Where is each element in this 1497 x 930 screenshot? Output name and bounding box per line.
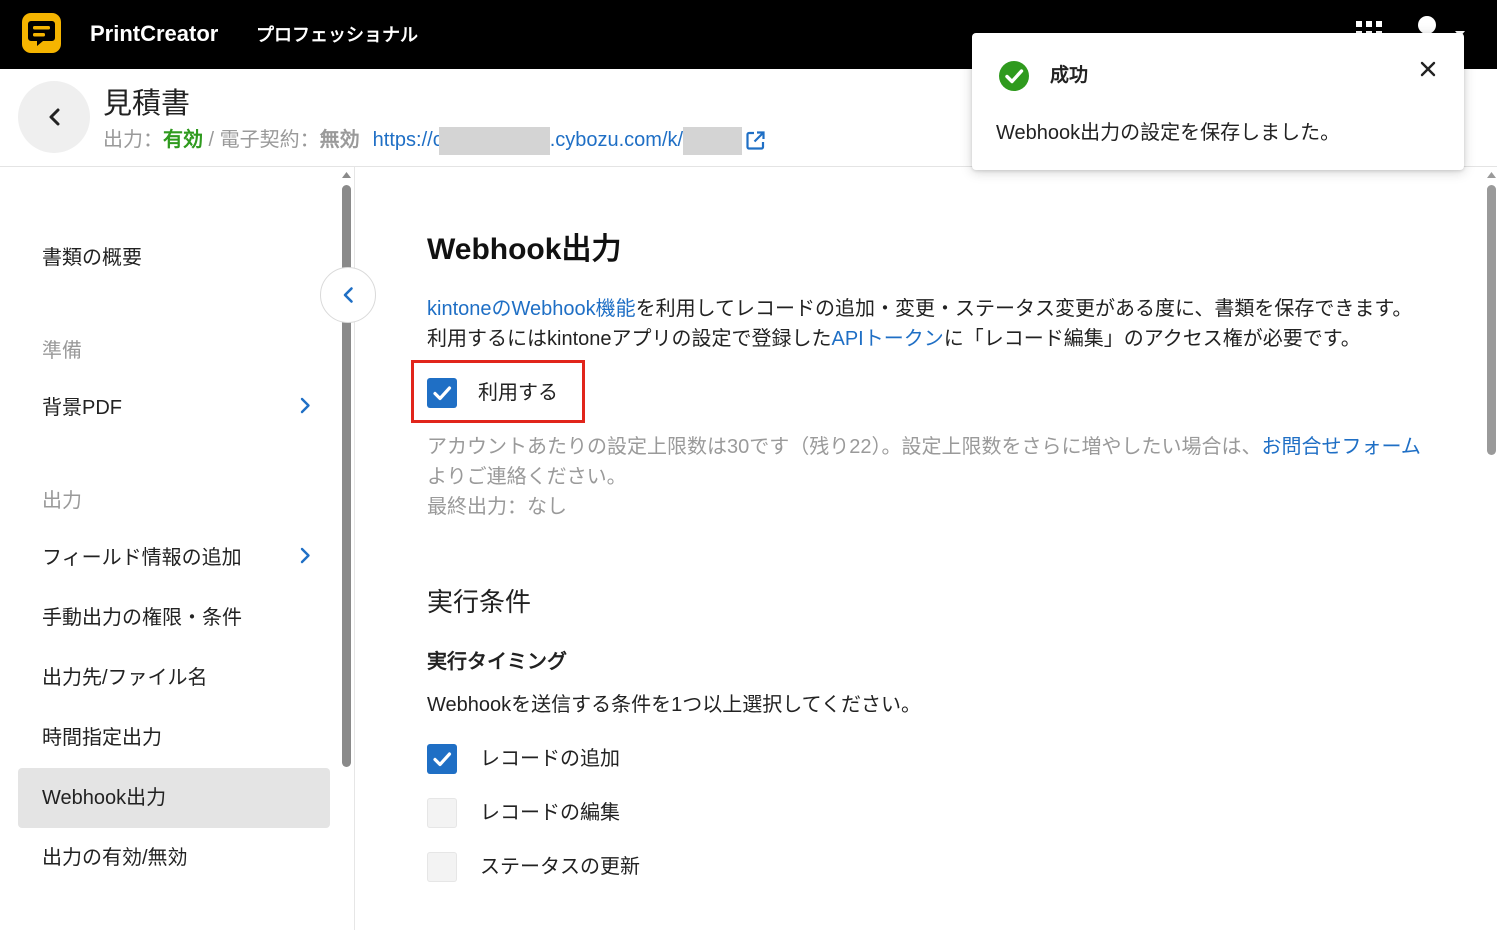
sidebar-section-output: 出力 <box>42 490 82 512</box>
limit-note: アカウントあたりの設定上限数は30です（残り22）。設定上限数をさらに増やしたい… <box>427 432 1437 522</box>
chevron-right-icon[interactable] <box>299 397 311 414</box>
description-line: kintoneのWebhook機能を利用してレコードの追加・変更・ステータス変更… <box>427 294 1437 324</box>
sidebar-item-label: 時間指定出力 <box>42 727 162 749</box>
enable-webhook-row: 利用する <box>411 360 1437 423</box>
sidebar-item-scheduled-output[interactable]: 時間指定出力 <box>18 708 330 768</box>
sidebar-item-label: 書類の概要 <box>42 247 142 269</box>
timing-help-text: Webhookを送信する条件を1つ以上選択してください。 <box>427 694 922 716</box>
main-scrollbar-thumb[interactable] <box>1487 185 1496 455</box>
record-edit-checkbox[interactable] <box>427 798 457 828</box>
limit-note-text: アカウントあたりの設定上限数は30です（残り22）。設定上限数をさらに増やしたい… <box>427 432 1437 492</box>
webhook-settings-panel: Webhook出力 kintoneのWebhook機能を利用してレコードの追加・… <box>411 167 1437 894</box>
toast-title: 成功 <box>1050 65 1089 86</box>
success-toast: 成功 Webhook出力の設定を保存しました。 <box>972 33 1464 170</box>
redacted-block <box>438 126 550 155</box>
scroll-up-arrow-icon[interactable] <box>342 172 351 178</box>
sidebar-item-label: 手動出力の権限・条件 <box>42 607 242 629</box>
timing-option-record-edit: レコードの編集 <box>427 786 1437 840</box>
last-output-status: 最終出力：なし <box>427 496 567 518</box>
sidebar-item-destination-filename[interactable]: 出力先/ファイル名 <box>18 648 330 708</box>
sidebar-item-label: フィールド情報の追加 <box>42 547 242 569</box>
contact-form-link[interactable]: お問合せフォーム <box>1262 436 1421 458</box>
kintone-webhook-link[interactable]: kintoneのWebhook機能 <box>427 298 636 320</box>
chevron-left-icon <box>49 108 60 126</box>
sidebar-item-label: 出力の有効/無効 <box>42 847 188 869</box>
description-line: 利用するにはkintoneアプリの設定で登録したAPIトークンに「レコード編集」… <box>427 324 1437 354</box>
contract-label: 電子契約： <box>219 129 320 151</box>
output-status: 有効 <box>163 129 203 151</box>
external-link-icon[interactable] <box>745 130 766 151</box>
close-icon[interactable] <box>1419 60 1437 78</box>
page-title: 見積書 <box>103 88 191 120</box>
plan-badge: プロフェッショナル <box>256 25 418 45</box>
record-edit-label[interactable]: レコードの編集 <box>480 798 620 828</box>
sidebar-item-output-toggle[interactable]: 出力の有効/無効 <box>18 828 330 888</box>
status-update-label[interactable]: ステータスの更新 <box>480 852 640 882</box>
printcreator-logo-icon[interactable] <box>22 13 61 53</box>
check-icon <box>433 752 452 767</box>
redacted-block <box>683 126 743 155</box>
scroll-up-arrow-icon[interactable] <box>1487 172 1496 178</box>
timing-option-status-update: ステータスの更新 <box>427 840 1437 894</box>
chevron-left-icon <box>343 287 353 303</box>
document-meta: 出力：有効 / 電子契約：無効 https://c .cybozu.com/k/ <box>103 126 766 155</box>
description-text: に「レコード編集」のアクセス権が必要です。 <box>943 328 1361 350</box>
sidebar-item-webhook-output[interactable]: Webhook出力 <box>18 768 330 828</box>
timing-title: 実行タイミング <box>427 651 567 673</box>
limit-note-part: よりご連絡ください。 <box>427 466 627 488</box>
limit-note-part: アカウントあたりの設定上限数は30です（残り22）。設定上限数をさらに増やしたい… <box>427 436 1262 458</box>
contract-status: 無効 <box>319 129 360 151</box>
description-text: 利用するにはkintoneアプリの設定で登録した <box>427 328 832 350</box>
section-title: Webhook出力 <box>427 233 622 266</box>
api-token-link[interactable]: APIトークン <box>832 328 944 350</box>
enable-webhook-checkbox[interactable] <box>427 378 457 408</box>
settings-sidebar: 書類の概要 準備 背景PDF 出力 フィールド情報の追加 手動出力の権限・条件 … <box>0 167 355 930</box>
sidebar-section-preparation: 準備 <box>42 340 82 362</box>
sidebar-item-background-pdf[interactable]: 背景PDF <box>18 378 330 438</box>
sidebar-item-manual-output[interactable]: 手動出力の権限・条件 <box>18 588 330 648</box>
app-name: PrintCreator <box>90 21 219 46</box>
sidebar-item-field-info[interactable]: フィールド情報の追加 <box>18 528 330 588</box>
url-middle: .cybozu.com/k/ <box>549 129 684 151</box>
description-text: を利用してレコードの追加・変更・ステータス変更がある度に、書類を保存できます。 <box>635 298 1413 320</box>
sidebar-item-label: 出力先/ファイル名 <box>42 667 208 689</box>
check-icon <box>433 386 452 401</box>
meta-separator: / <box>203 129 220 151</box>
toast-message: Webhook出力の設定を保存しました。 <box>996 122 1341 144</box>
description: kintoneのWebhook機能を利用してレコードの追加・変更・ステータス変更… <box>427 294 1437 354</box>
record-add-checkbox[interactable] <box>427 744 457 774</box>
sidebar-item-label: Webhook出力 <box>42 787 167 809</box>
timing-option-record-add: レコードの追加 <box>427 732 1437 786</box>
sidebar-item-overview[interactable]: 書類の概要 <box>18 228 330 288</box>
enable-webhook-label[interactable]: 利用する <box>478 378 558 408</box>
chevron-right-icon[interactable] <box>299 547 311 564</box>
collapse-sidebar-button[interactable] <box>320 267 376 323</box>
url-start: https://c <box>372 129 443 151</box>
timing-options: レコードの追加 レコードの編集 ステータスの更新 <box>427 732 1437 894</box>
main-content: Webhook出力 kintoneのWebhook機能を利用してレコードの追加・… <box>356 167 1484 930</box>
back-button[interactable] <box>18 81 90 153</box>
record-add-label[interactable]: レコードの追加 <box>480 744 620 774</box>
check-circle-icon <box>999 61 1029 91</box>
status-update-checkbox[interactable] <box>427 852 457 882</box>
output-label: 出力： <box>103 129 163 151</box>
sidebar-item-label: 背景PDF <box>42 397 122 419</box>
conditions-title: 実行条件 <box>427 587 532 617</box>
kintone-app-link[interactable]: https://c .cybozu.com/k/ <box>372 126 743 155</box>
